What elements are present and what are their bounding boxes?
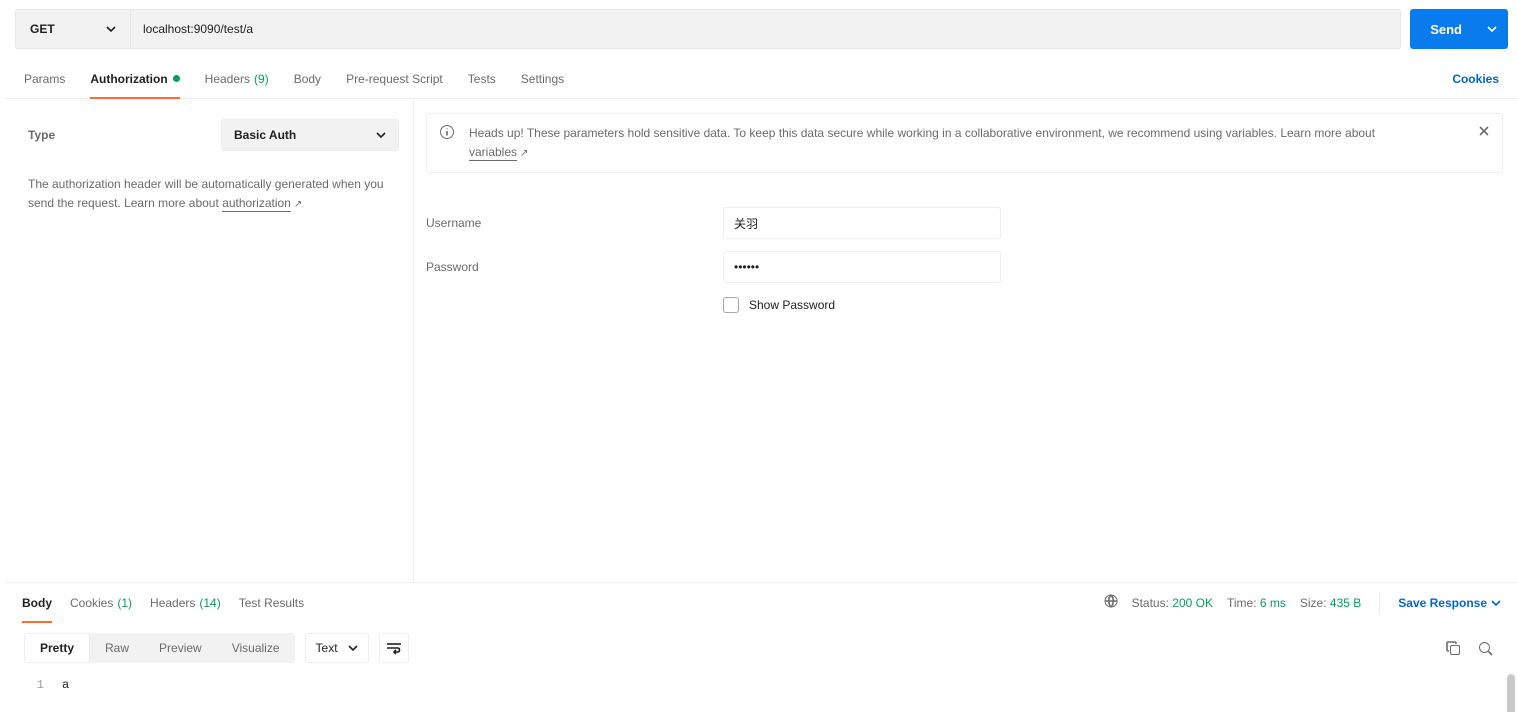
- response-body[interactable]: 1 a: [6, 674, 1517, 712]
- show-password-row: Show Password: [426, 297, 1503, 313]
- tab-params[interactable]: Params: [24, 59, 65, 98]
- auth-description: The authorization header will be automat…: [28, 175, 399, 213]
- line-wrap-button[interactable]: [379, 633, 409, 663]
- response-tabs: Body Cookies(1) Headers(14) Test Results…: [6, 582, 1517, 622]
- close-alert-button[interactable]: [1478, 124, 1490, 143]
- search-icon: [1478, 641, 1493, 656]
- search-response-button[interactable]: [1469, 632, 1501, 664]
- username-input[interactable]: [723, 207, 1001, 239]
- response-toolbar: Pretty Raw Preview Visualize Text: [6, 622, 1517, 674]
- response-language-select[interactable]: Text: [305, 633, 369, 663]
- copy-icon: [1446, 641, 1461, 656]
- auth-active-dot-icon: [173, 75, 180, 82]
- authorization-panel: Type Basic Auth The authorization header…: [6, 99, 1517, 582]
- send-button-group: Send: [1410, 9, 1508, 49]
- line-text: a: [62, 678, 69, 692]
- code-line: 1 a: [22, 678, 1501, 692]
- auth-type-select[interactable]: Basic Auth: [221, 119, 399, 151]
- close-icon: [1478, 125, 1490, 137]
- copy-response-button[interactable]: [1437, 632, 1469, 664]
- response-meta: Status: 200 OK Time: 6 ms Size: 435 B: [1104, 594, 1362, 611]
- external-link-icon: ↗: [294, 199, 302, 210]
- line-wrap-icon: [386, 641, 402, 655]
- view-raw[interactable]: Raw: [90, 633, 144, 663]
- auth-type-label: Type: [28, 128, 55, 142]
- auth-left-panel: Type Basic Auth The authorization header…: [6, 99, 414, 582]
- view-pretty[interactable]: Pretty: [24, 633, 90, 663]
- password-label: Password: [426, 260, 723, 274]
- tab-authorization[interactable]: Authorization: [90, 59, 179, 98]
- chevron-down-icon: [1487, 24, 1497, 34]
- chevron-down-icon: [376, 130, 386, 140]
- tab-tests[interactable]: Tests: [468, 59, 496, 98]
- variables-help-link[interactable]: variables: [469, 145, 517, 161]
- chevron-down-icon: [1491, 598, 1501, 608]
- cookies-link[interactable]: Cookies: [1452, 72, 1499, 86]
- send-dropdown[interactable]: [1482, 9, 1508, 49]
- tab-body[interactable]: Body: [294, 59, 321, 98]
- status-block[interactable]: Status: 200 OK: [1132, 596, 1213, 610]
- request-tabs: Params Authorization Headers(9) Body Pre…: [6, 59, 1517, 99]
- chevron-down-icon: [348, 643, 358, 653]
- username-label: Username: [426, 216, 723, 230]
- url-input[interactable]: [131, 10, 1400, 48]
- http-method-value: GET: [30, 22, 55, 36]
- view-visualize[interactable]: Visualize: [217, 633, 295, 663]
- response-view-group: Pretty Raw Preview Visualize: [24, 633, 295, 663]
- sensitive-data-alert: Heads up! These parameters hold sensitiv…: [426, 113, 1503, 173]
- response-tab-body[interactable]: Body: [22, 583, 52, 622]
- auth-right-panel: Heads up! These parameters hold sensitiv…: [414, 99, 1517, 582]
- username-row: Username: [426, 201, 1503, 245]
- response-tab-test-results[interactable]: Test Results: [239, 583, 304, 622]
- scrollbar-thumb[interactable]: [1507, 674, 1515, 712]
- http-method-select[interactable]: GET: [16, 10, 131, 48]
- save-response-button[interactable]: Save Response: [1379, 592, 1501, 614]
- network-icon[interactable]: [1104, 594, 1118, 611]
- password-row: Password: [426, 245, 1503, 289]
- show-password-label: Show Password: [749, 298, 835, 312]
- size-block[interactable]: Size: 435 B: [1300, 596, 1361, 610]
- tab-settings[interactable]: Settings: [521, 59, 564, 98]
- tab-headers[interactable]: Headers(9): [205, 59, 269, 98]
- tab-prerequest[interactable]: Pre-request Script: [346, 59, 443, 98]
- request-bar: GET Send: [6, 0, 1517, 49]
- authorization-help-link[interactable]: authorization: [222, 196, 291, 212]
- response-tab-cookies[interactable]: Cookies(1): [70, 583, 132, 622]
- external-link-icon: ↗: [520, 148, 528, 159]
- view-preview[interactable]: Preview: [144, 633, 217, 663]
- chevron-down-icon: [106, 24, 116, 34]
- line-number: 1: [22, 678, 62, 692]
- time-block[interactable]: Time: 6 ms: [1227, 596, 1286, 610]
- response-tab-headers[interactable]: Headers(14): [150, 583, 221, 622]
- request-box: GET: [15, 9, 1401, 49]
- password-input[interactable]: [723, 251, 1001, 283]
- info-icon: [439, 124, 455, 146]
- auth-type-value: Basic Auth: [234, 128, 296, 142]
- send-button[interactable]: Send: [1410, 9, 1482, 49]
- send-label: Send: [1430, 22, 1462, 37]
- show-password-checkbox[interactable]: [723, 297, 739, 313]
